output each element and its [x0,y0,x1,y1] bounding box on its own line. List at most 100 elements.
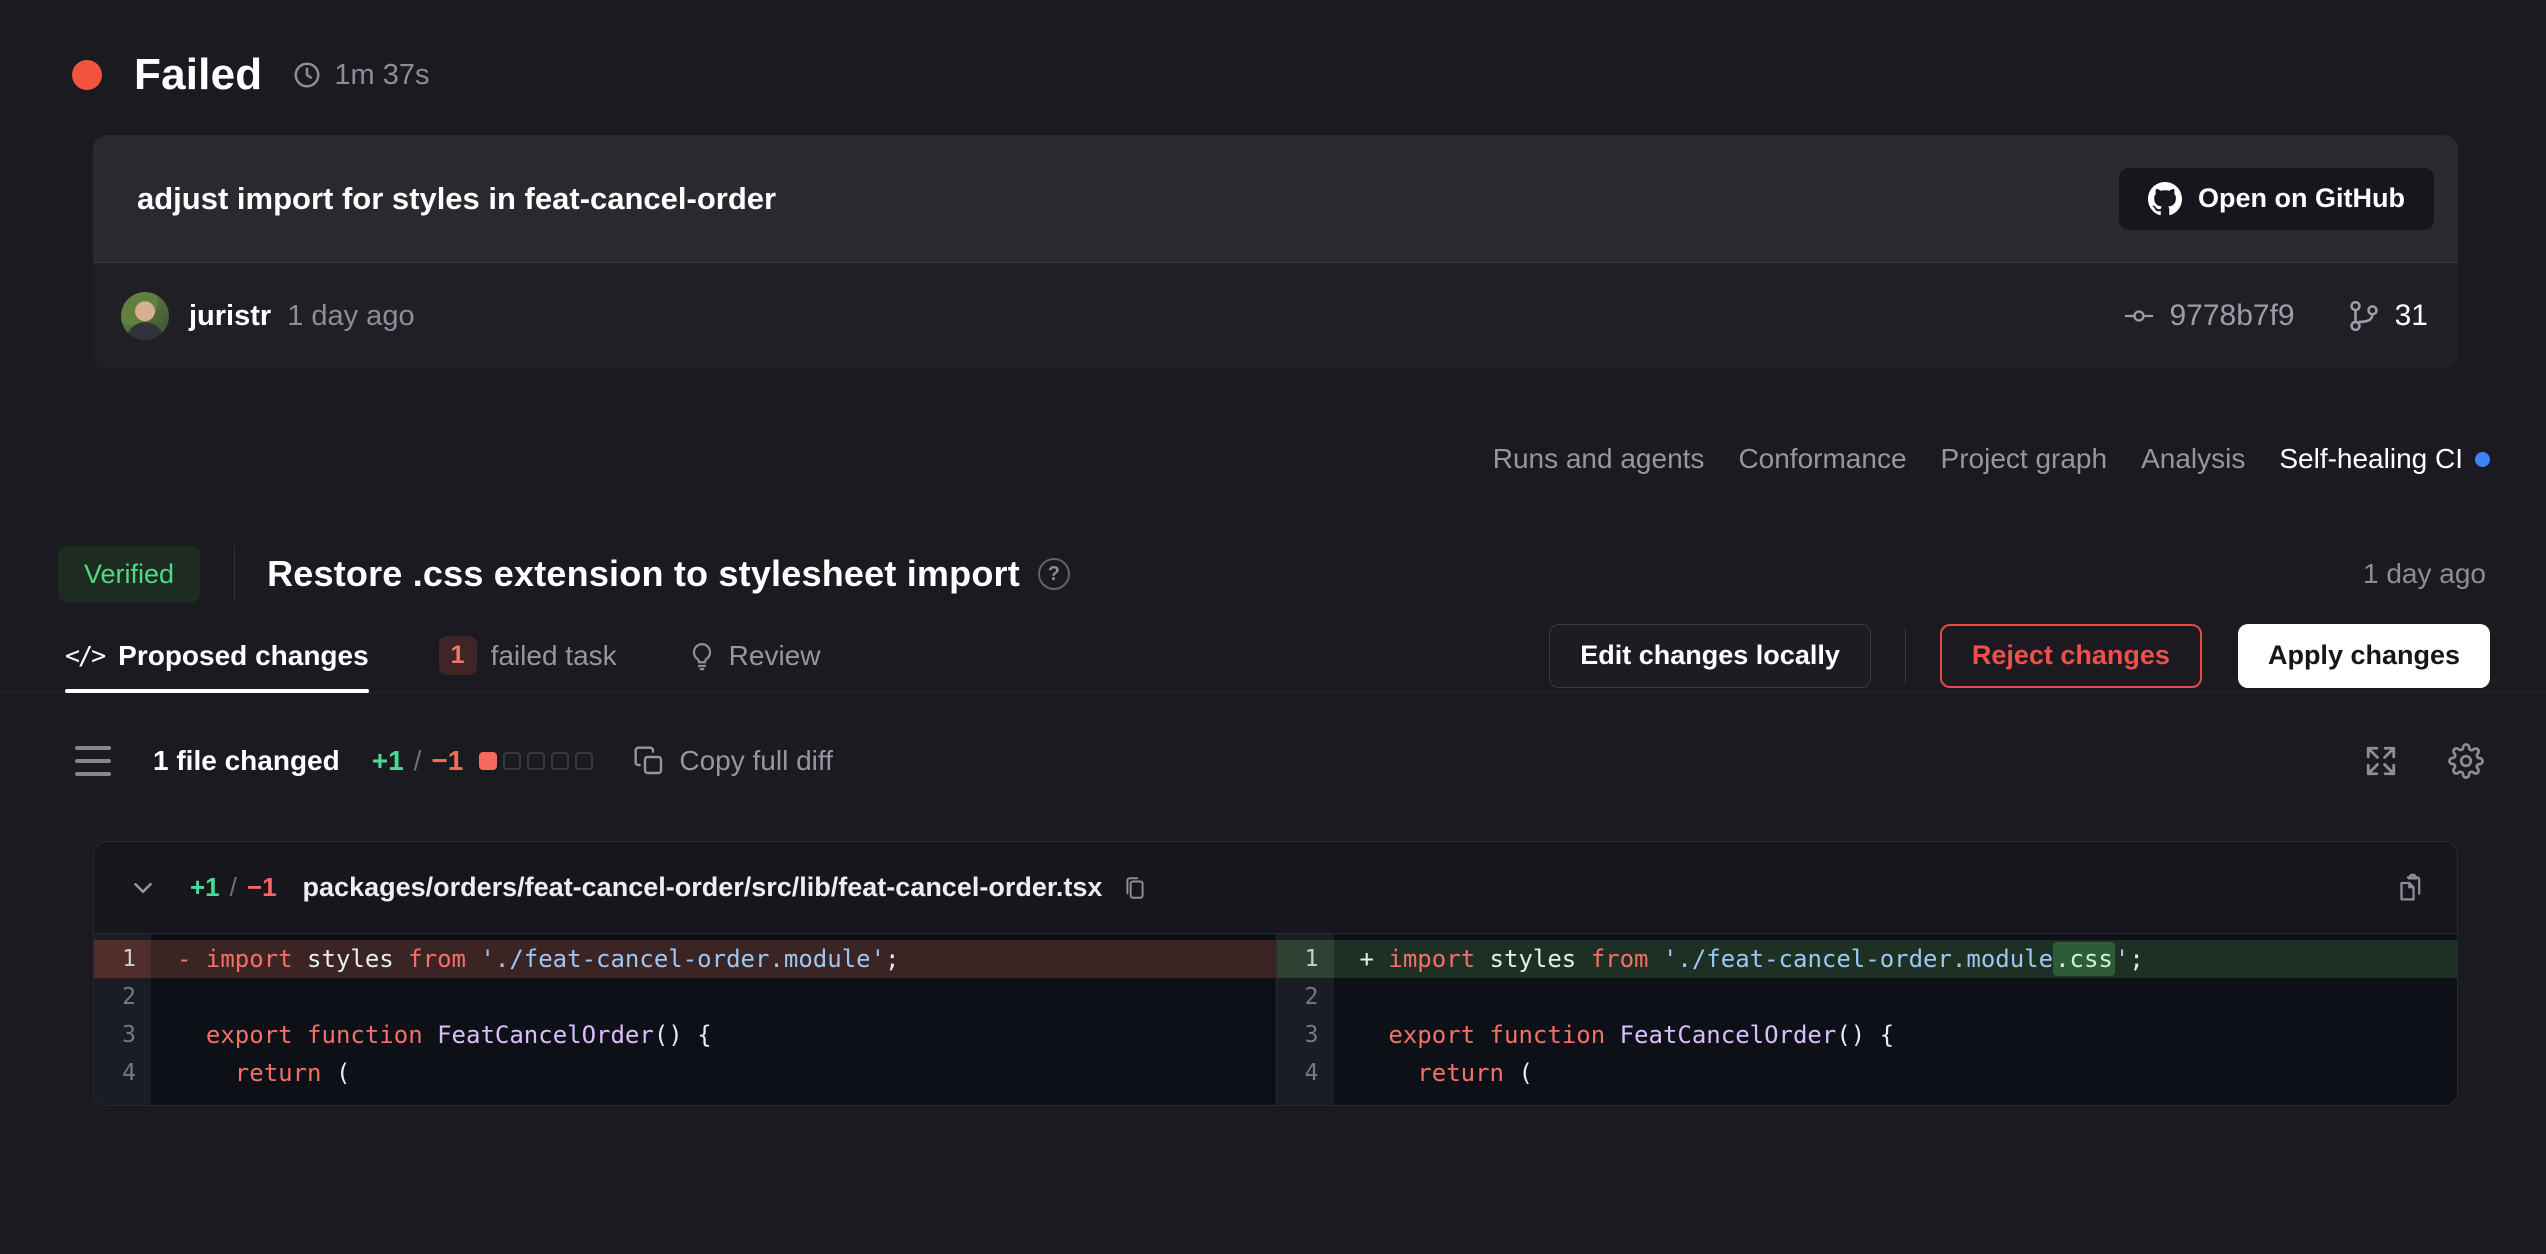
diff-block [551,752,569,770]
gear-icon[interactable] [2448,743,2484,779]
diff-line: 2 [1277,978,2458,1016]
run-duration: 1m 37s [334,59,429,92]
chevron-down-icon[interactable] [128,873,158,903]
diff-block [479,752,497,770]
apply-changes-button[interactable]: Apply changes [2238,624,2490,688]
diff-line: 4 return ( [1277,1054,2458,1092]
vertical-divider [234,545,235,603]
files-changed-label: 1 file changed [153,745,340,777]
diff-block [503,752,521,770]
code-line: export function FeatCancelOrder() { [151,1016,1276,1054]
notification-dot [2475,452,2490,467]
line-number: 1 [94,940,151,978]
diff-blocks [479,752,593,770]
diff-panel-new: 1+ import styles from './feat-cancel-ord… [1276,934,2458,1105]
file-diff-header[interactable]: +1 / −1 packages/orders/feat-cancel-orde… [94,842,2457,934]
diff-block [527,752,545,770]
expand-icon[interactable] [2364,744,2398,778]
diff-line: 1+ import styles from './feat-cancel-ord… [1277,940,2458,978]
line-number: 3 [94,1016,151,1054]
tab-proposed-changes-label: Proposed changes [118,640,369,672]
tab-review[interactable]: Review [687,619,821,692]
additions-count: +1 [372,745,404,777]
file-additions: +1 [190,872,220,903]
project-nav: Runs and agents Conformance Project graph A… [0,443,2490,475]
reject-changes-button[interactable]: Reject changes [1940,624,2202,688]
diff-line: 2 [94,978,1276,1016]
tab-proposed-changes[interactable]: </> Proposed changes [65,619,369,692]
file-list-menu-icon[interactable] [75,746,111,776]
code-line: + import styles from './feat-cancel-orde… [1334,940,2458,978]
branch-count[interactable]: 31 [2395,299,2428,333]
tab-failed-task[interactable]: 1 failed task [439,619,617,692]
code-line [1334,978,2458,1016]
failed-count-badge: 1 [439,636,477,675]
line-number: 3 [1277,1016,1334,1054]
github-icon [2148,182,2182,216]
commit-card-header: adjust import for styles in feat-cancel-… [93,135,2458,262]
code-line: return ( [151,1054,1276,1092]
stat-separator: / [414,745,422,777]
button-divider [1905,628,1906,684]
commit-title: adjust import for styles in feat-cancel-… [137,181,776,217]
run-status-row: Failed 1m 37s [72,50,2486,100]
deletions-count: −1 [431,745,463,777]
commit-card: adjust import for styles in feat-cancel-… [93,135,2458,369]
avatar[interactable] [121,292,169,340]
copy-icon [633,745,665,777]
diff-panel-old: 1- import styles from './feat-cancel-ord… [94,934,1276,1105]
tab-failed-task-label: failed task [491,640,617,672]
nav-item-self-healing-ci[interactable]: Self-healing CI [2279,443,2490,475]
line-number: 2 [1277,978,1334,1016]
diff-body: 1- import styles from './feat-cancel-ord… [94,934,2457,1105]
fix-title: Restore .css extension to stylesheet imp… [267,553,1020,595]
commit-sha[interactable]: 9778b7f9 [2169,299,2294,333]
copy-full-diff-button[interactable]: Copy full diff [633,745,833,777]
code-line: - import styles from './feat-cancel-orde… [151,940,1276,978]
file-deletions: −1 [247,872,277,903]
run-status-label: Failed [134,50,262,100]
nav-item-conformance[interactable]: Conformance [1738,443,1906,475]
line-number: 4 [94,1054,151,1092]
clipboard-copy-icon[interactable] [2393,871,2427,905]
file-path: packages/orders/feat-cancel-order/src/li… [303,872,1103,903]
branch-icon [2347,299,2381,333]
lightbulb-icon [687,641,717,671]
file-diff-card: +1 / −1 packages/orders/feat-cancel-orde… [93,841,2458,1106]
verified-badge: Verified [58,546,200,603]
tab-strip: </> Proposed changes 1 failed task Revie… [0,619,2546,693]
action-buttons: Edit changes locally Reject changes Appl… [1549,624,2490,688]
diff-line: 3 export function FeatCancelOrder() { [94,1016,1276,1054]
file-stat-separator: / [230,872,237,903]
line-number: 2 [94,978,151,1016]
diff-summary-row: 1 file changed +1 / −1 Copy full diff [75,743,2484,779]
author-name: juristr [189,300,271,333]
help-icon[interactable]: ? [1038,558,1070,590]
code-icon: </> [65,641,104,670]
code-line [151,978,1276,1016]
nav-item-analysis[interactable]: Analysis [2141,443,2245,475]
nav-item-runs-and-agents[interactable]: Runs and agents [1493,443,1705,475]
clock-icon [292,60,322,90]
line-number: 1 [1277,940,1334,978]
commit-card-meta: juristr 1 day ago 9778b7f9 31 [93,262,2458,369]
open-on-github-label: Open on GitHub [2198,183,2405,214]
edit-changes-locally-button[interactable]: Edit changes locally [1549,624,1871,688]
diff-line: 3 export function FeatCancelOrder() { [1277,1016,2458,1054]
commit-icon [2121,301,2157,331]
fix-time-ago: 1 day ago [2363,558,2486,590]
line-number: 4 [1277,1054,1334,1092]
copy-path-icon[interactable] [1122,875,1148,901]
nav-item-project-graph[interactable]: Project graph [1941,443,2108,475]
code-line: export function FeatCancelOrder() { [1334,1016,2458,1054]
tab-review-label: Review [729,640,821,672]
code-line: return ( [1334,1054,2458,1092]
open-on-github-button[interactable]: Open on GitHub [2119,168,2434,230]
diff-line: 1- import styles from './feat-cancel-ord… [94,940,1276,978]
diff-line: 4 return ( [94,1054,1276,1092]
copy-full-diff-label: Copy full diff [679,745,833,777]
diff-block [575,752,593,770]
fix-header: Verified Restore .css extension to style… [58,545,2486,603]
status-failed-dot [72,60,102,90]
commit-time-ago: 1 day ago [287,300,414,333]
